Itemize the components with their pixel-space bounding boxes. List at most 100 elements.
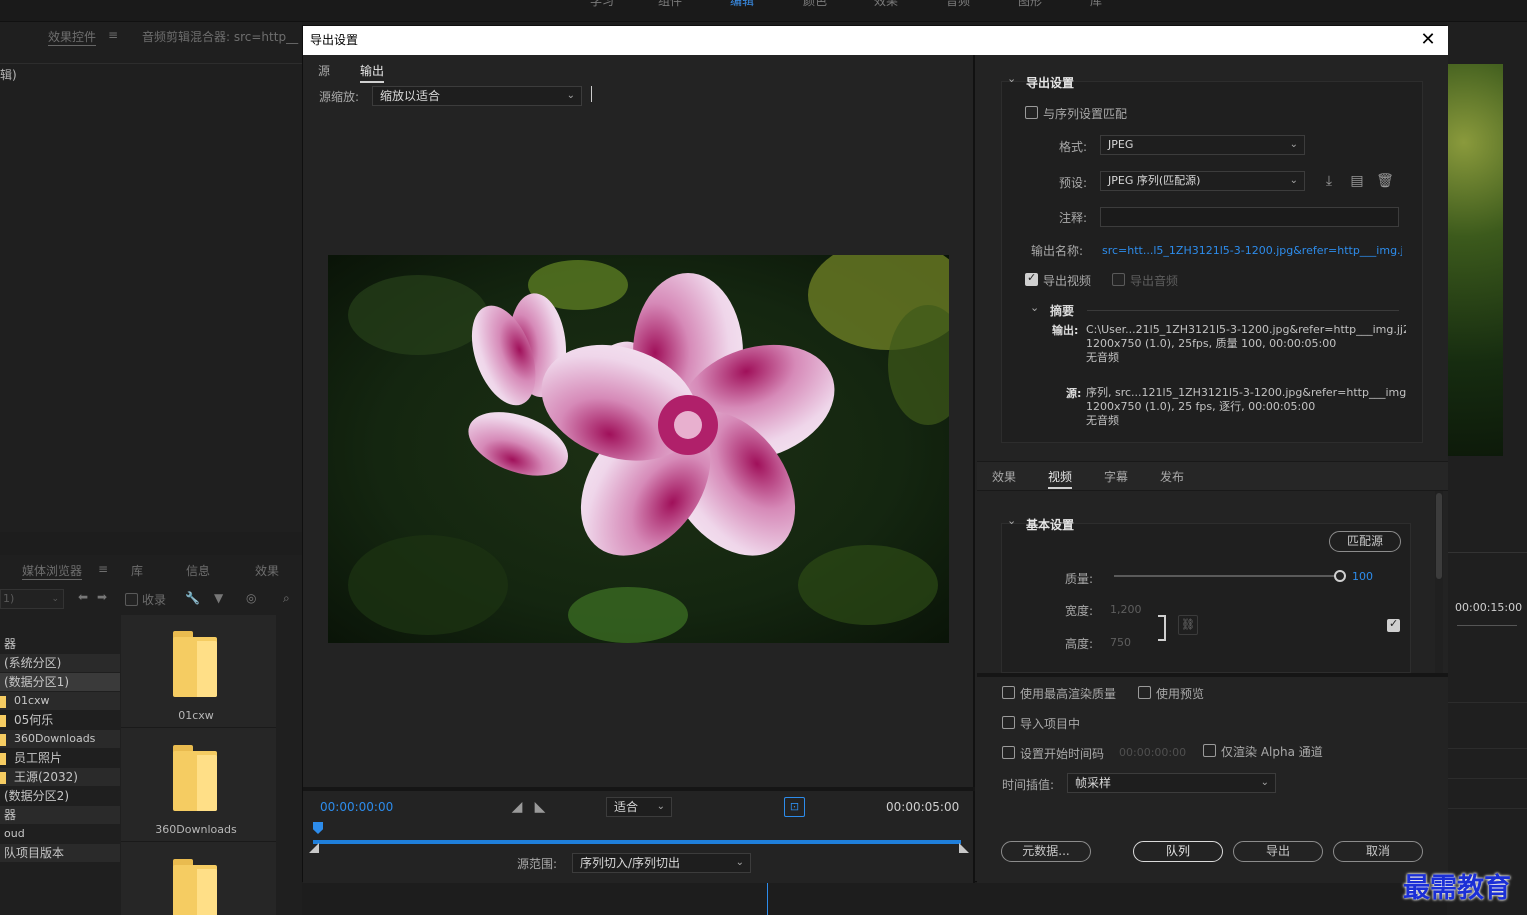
match-sequence-checkbox[interactable] — [1025, 106, 1038, 119]
tree-item[interactable]: oud — [0, 825, 120, 843]
start-timecode-value[interactable]: 00:00:00:00 — [1119, 746, 1186, 759]
link-icon[interactable]: ⛓ — [1178, 615, 1198, 635]
in-point-handle[interactable] — [309, 843, 319, 853]
workspace-tab-effects[interactable]: 效果 — [874, 0, 898, 9]
save-preset-icon[interactable]: ⤓ — [1320, 172, 1338, 190]
scrollbar-thumb[interactable] — [1436, 493, 1442, 579]
use-previews-checkbox[interactable] — [1138, 686, 1151, 699]
preview-pane: 源 输出 源缩放: 缩放以适合 ⌄ 00:00:00:00 ◢ ◣ 适合 ⌄ ⊡… — [303, 55, 975, 883]
source-range-select[interactable]: 序列切入/序列切出 ⌄ — [572, 853, 751, 873]
tree-item[interactable]: 01cxw — [0, 692, 120, 710]
quality-value[interactable]: 100 — [1352, 570, 1373, 583]
filter-icon[interactable]: ▼ — [214, 591, 223, 605]
search-icon[interactable]: ⌕ — [283, 591, 290, 606]
range-bar[interactable] — [313, 840, 961, 844]
preview-image — [328, 255, 949, 643]
tab-video[interactable]: 视频 — [1048, 468, 1073, 489]
tree-item[interactable]: (系统分区) — [0, 654, 120, 672]
metadata-button[interactable]: 元数据... — [1001, 841, 1091, 862]
close-icon[interactable]: ✕ — [1418, 30, 1438, 50]
media-dropdown[interactable]: 1) ⌄ — [0, 589, 64, 609]
height-value[interactable]: 750 — [1110, 636, 1131, 649]
aspect-toggle-icon[interactable]: ⊡ — [784, 797, 805, 817]
workspace-tab-assembly[interactable]: 组件 — [658, 0, 682, 9]
tree-item[interactable]: 360Downloads — [0, 730, 120, 748]
max-render-checkbox[interactable] — [1002, 686, 1015, 699]
chevron-down-icon[interactable]: ⌄ — [1007, 72, 1016, 85]
quality-slider[interactable] — [1114, 570, 1346, 582]
chevron-down-icon: ⌄ — [566, 90, 575, 101]
wrench-icon[interactable]: 🔧 — [185, 591, 200, 605]
workspace-tab-graphics[interactable]: 图形 — [1018, 0, 1042, 9]
tab-effects[interactable]: 效果 — [255, 562, 279, 579]
tree-item[interactable]: 05何乐 — [0, 711, 120, 729]
tab-source[interactable]: 源 — [318, 62, 330, 79]
workspace-tab-learn[interactable]: 学习 — [590, 0, 614, 9]
fit-select[interactable]: 适合 ⌄ — [606, 797, 672, 817]
tab-effect-controls[interactable]: 效果控件 — [48, 28, 97, 46]
tree-item[interactable]: (数据分区2) — [0, 787, 120, 805]
folder-tile[interactable] — [121, 843, 276, 915]
tab-captions[interactable]: 字幕 — [1104, 468, 1128, 485]
view-icon[interactable]: ◎ — [246, 591, 256, 605]
delete-preset-icon[interactable]: 🗑 — [1376, 172, 1394, 190]
workspace-tab-audio[interactable]: 音频 — [946, 0, 970, 9]
height-label: 高度: — [1065, 637, 1094, 651]
mark-out-icon[interactable]: ◣ — [531, 798, 549, 816]
mark-in-icon[interactable]: ◢ — [508, 798, 526, 816]
tree-item[interactable]: (数据分区1) — [0, 673, 120, 691]
time-interpolation-select[interactable]: 帧采样 ⌄ — [1067, 773, 1276, 793]
time-interpolation-label: 时间插值: — [1002, 778, 1055, 792]
tree-item[interactable]: 员工照片 — [0, 749, 120, 767]
chevron-down-icon[interactable]: ⌄ — [1007, 514, 1016, 527]
menu-icon[interactable]: ≡ — [98, 562, 108, 576]
tree-item[interactable]: 王源(2032) — [0, 768, 120, 786]
folder-tree: 器 (系统分区) (数据分区1) 01cxw 05何乐 360Downloads… — [0, 615, 120, 915]
export-button[interactable]: 导出 — [1233, 841, 1323, 862]
start-timecode-checkbox[interactable] — [1002, 746, 1015, 759]
summary-line: 1200x750 (1.0), 25fps, 质量 100, 00:00:05:… — [1086, 337, 1337, 350]
folder-tile[interactable]: 360Downloads — [121, 729, 276, 842]
timecode-start[interactable]: 00:00:00:00 — [320, 800, 393, 814]
playhead-handle[interactable] — [313, 822, 323, 834]
import-preset-icon[interactable]: ▤ — [1348, 172, 1366, 190]
cancel-button[interactable]: 取消 — [1333, 841, 1423, 862]
tree-item[interactable]: 队项目版本 — [0, 844, 120, 862]
basic-settings-header: 基本设置 — [1026, 518, 1075, 532]
tree-item[interactable]: 器 — [0, 635, 120, 653]
tab-effects[interactable]: 效果 — [992, 468, 1016, 485]
tab-audio-mixer[interactable]: 音频剪辑混合器: src=http__ — [142, 28, 302, 45]
preset-select[interactable]: JPEG 序列(匹配源) ⌄ — [1100, 171, 1305, 191]
format-select[interactable]: JPEG ⌄ — [1100, 135, 1305, 155]
export-video-checkbox[interactable] — [1025, 271, 1038, 286]
tab-info[interactable]: 信息 — [186, 562, 210, 579]
chevron-down-icon: ⌄ — [656, 801, 665, 812]
chevron-down-icon[interactable]: ⌄ — [1030, 301, 1039, 314]
import-project-checkbox[interactable] — [1002, 716, 1015, 729]
comments-input[interactable] — [1100, 207, 1399, 227]
back-arrow-icon[interactable]: ⬅ — [78, 590, 88, 604]
alpha-only-checkbox[interactable] — [1203, 744, 1216, 757]
size-checkbox[interactable] — [1387, 617, 1400, 632]
forward-arrow-icon[interactable]: ➡ — [97, 590, 107, 604]
workspace-tab-editing[interactable]: 编辑 — [730, 0, 754, 9]
queue-button[interactable]: 队列 — [1133, 841, 1223, 862]
divider — [1087, 310, 1399, 311]
workspace-tab-color[interactable]: 颜色 — [803, 0, 827, 9]
width-value[interactable]: 1,200 — [1110, 603, 1142, 616]
source-scale-select[interactable]: 缩放以适合 ⌄ — [372, 86, 582, 106]
tab-media-browser[interactable]: 媒体浏览器 — [22, 562, 83, 580]
export-audio-checkbox[interactable] — [1112, 273, 1125, 286]
workspace-tab-libraries[interactable]: 库 — [1090, 0, 1102, 9]
menu-icon[interactable]: ≡ — [108, 28, 118, 42]
quality-slider-thumb[interactable] — [1334, 570, 1346, 582]
tab-output[interactable]: 输出 — [360, 62, 385, 83]
ingest-checkbox[interactable] — [125, 593, 138, 606]
output-name-link[interactable]: src=htt...l5_1ZH3121l5-3-1200.jpg&refer=… — [1102, 244, 1402, 257]
folder-tile[interactable]: 01cxw — [121, 615, 276, 728]
tab-library[interactable]: 库 — [131, 562, 143, 579]
tab-publish[interactable]: 发布 — [1160, 468, 1184, 485]
out-point-handle[interactable] — [959, 843, 969, 853]
match-source-button[interactable]: 匹配源 — [1329, 531, 1401, 552]
tree-item[interactable]: 器 — [0, 806, 120, 824]
